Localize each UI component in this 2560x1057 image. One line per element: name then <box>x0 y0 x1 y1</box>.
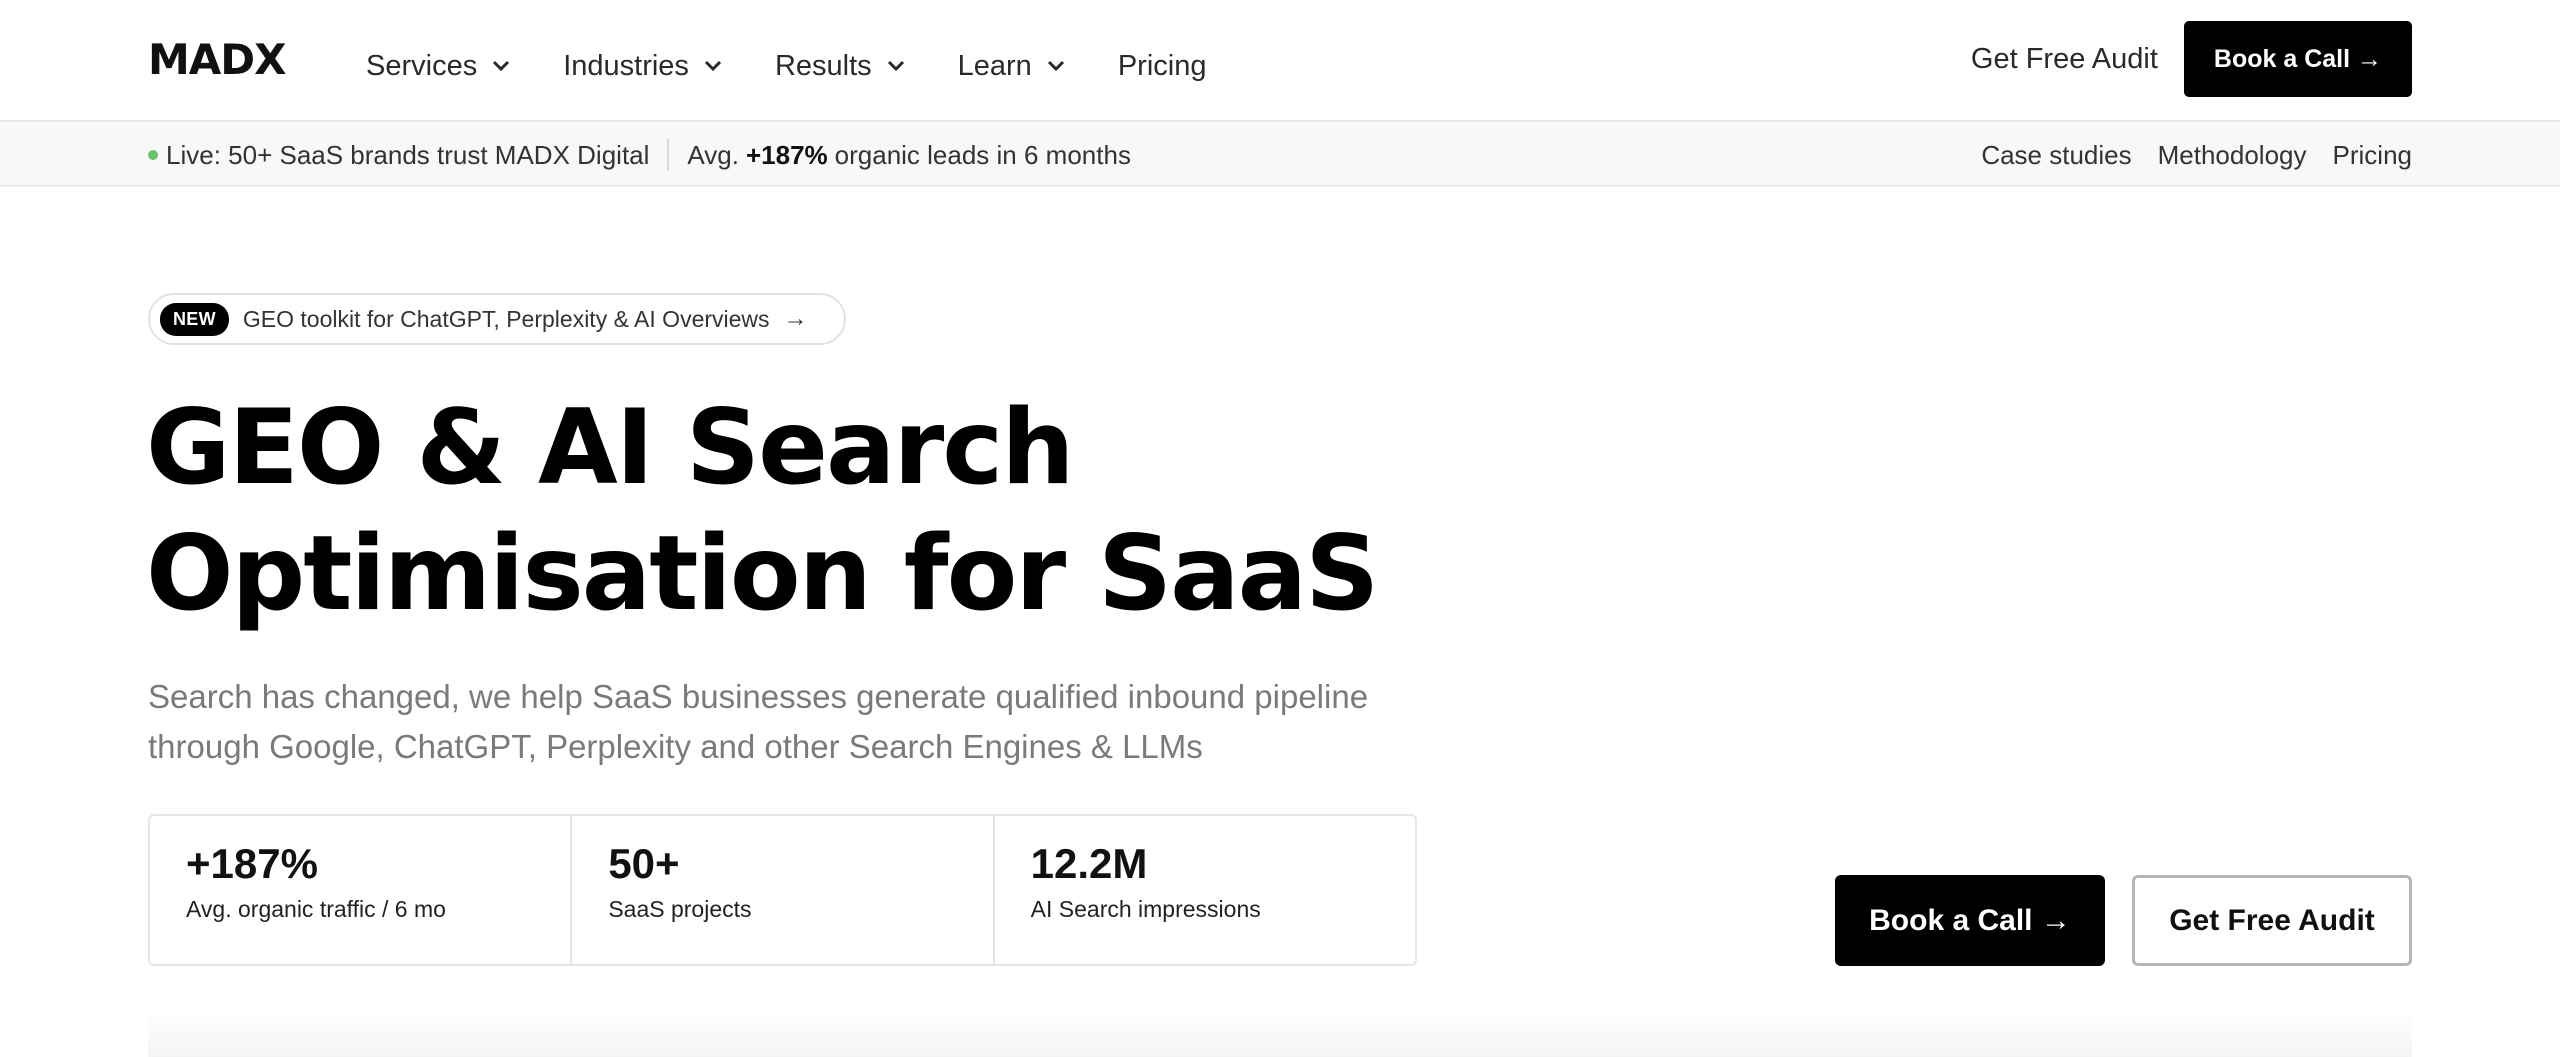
hero-subtitle: Search has changed, we help SaaS busines… <box>148 672 1448 772</box>
get-free-audit-link[interactable]: Get Free Audit <box>1971 43 2158 76</box>
nav-item-results[interactable]: Results <box>775 44 906 88</box>
hero-book-call-button[interactable]: Book a Call → <box>1835 875 2105 966</box>
nav-item-services[interactable]: Services <box>366 44 511 88</box>
section-fade <box>148 1010 2412 1057</box>
hero-title-line-2: Optimisation for SaaS <box>146 514 1379 634</box>
pricing-link[interactable]: Pricing <box>2333 140 2412 171</box>
book-call-button[interactable]: Book a Call → <box>2183 21 2412 97</box>
arrow-right-icon: → <box>783 305 808 332</box>
site-header: MADX Services Industries Results Learn P… <box>0 0 2560 122</box>
live-status-dot <box>148 150 158 160</box>
trust-bar-links: Case studies Methodology Pricing <box>1955 123 2412 187</box>
stat-value: 50+ <box>608 840 680 887</box>
nav-item-industries[interactable]: Industries <box>563 44 723 88</box>
stat-ai-impressions: 12.2M AI Search impressions <box>995 816 1415 964</box>
stat-value: 12.2M <box>1030 840 1148 887</box>
nav-item-learn[interactable]: Learn <box>958 44 1066 88</box>
stat-saas-projects: 50+ SaaS projects <box>572 816 995 964</box>
nav-item-label: Services <box>366 50 478 82</box>
divider <box>667 139 670 171</box>
main-nav: Services Industries Results Learn Pricin… <box>366 44 1258 88</box>
hero-get-free-audit-button[interactable]: Get Free Audit <box>2132 875 2412 966</box>
madx-logo[interactable]: MADX <box>148 38 287 82</box>
stat-label: SaaS projects <box>608 896 752 922</box>
chevron-down-icon <box>1046 56 1066 76</box>
live-text: Live: 50+ SaaS brands trust MADX Digital <box>166 139 650 170</box>
methodology-link[interactable]: Methodology <box>2158 140 2307 171</box>
hero-title-line-1: GEO & AI Search <box>146 388 1075 508</box>
announcement-text: GEO toolkit for ChatGPT, Perplexity & AI… <box>242 305 770 332</box>
nav-item-label: Results <box>774 50 872 82</box>
avg-value: +187% <box>745 139 828 170</box>
stat-value: +187% <box>186 840 318 887</box>
stats-panel: +187% Avg. organic traffic / 6 mo 50+ Sa… <box>148 814 1417 966</box>
stat-label: Avg. organic traffic / 6 mo <box>186 896 446 922</box>
header-actions: Get Free Audit Book a Call → <box>1971 21 2412 97</box>
trust-bar: Live: 50+ SaaS brands trust MADX Digital… <box>0 123 2560 187</box>
avg-suffix: organic leads in 6 months <box>834 139 1131 170</box>
hero-subtitle-line-2: through Google, ChatGPT, Perplexity and … <box>148 728 1203 765</box>
hero-title: GEO & AI Search Optimisation for SaaS <box>146 385 1446 637</box>
chevron-down-icon <box>703 56 723 76</box>
announcement-pill[interactable]: NEW GEO toolkit for ChatGPT, Perplexity … <box>148 293 846 345</box>
nav-item-label: Industries <box>563 50 689 82</box>
avg-prefix: Avg. <box>687 139 739 170</box>
case-studies-link[interactable]: Case studies <box>1981 140 2131 171</box>
nav-item-label: Pricing <box>1117 50 1207 82</box>
chevron-down-icon <box>886 56 906 76</box>
chevron-down-icon <box>491 56 511 76</box>
nav-item-pricing[interactable]: Pricing <box>1118 44 1207 88</box>
new-badge: NEW <box>160 302 229 336</box>
hero-subtitle-line-1: Search has changed, we help SaaS busines… <box>148 678 1369 715</box>
stat-label: AI Search impressions <box>1030 896 1261 922</box>
trust-bar-stats: Live: 50+ SaaS brands trust MADX Digital… <box>148 123 1131 187</box>
stat-organic-traffic: +187% Avg. organic traffic / 6 mo <box>150 816 573 964</box>
nav-item-label: Learn <box>957 50 1032 82</box>
